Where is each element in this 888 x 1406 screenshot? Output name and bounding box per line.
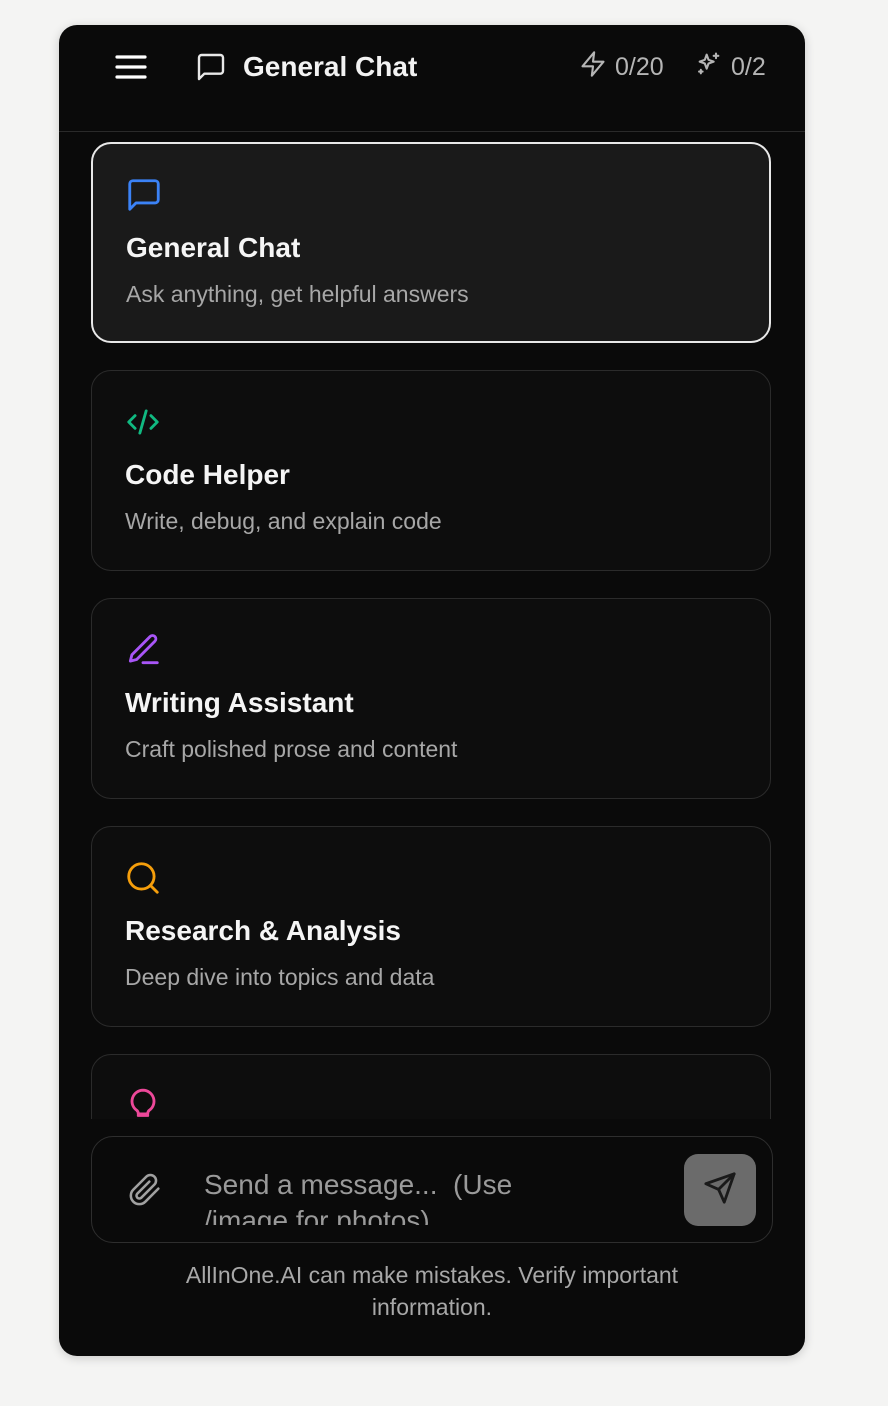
mode-description: Ask anything, get helpful answers bbox=[126, 281, 469, 307]
message-composer bbox=[91, 1136, 773, 1243]
mode-title: Writing Assistant bbox=[125, 687, 354, 718]
mode-title: Research & Analysis bbox=[125, 915, 401, 946]
chat-panel: General Chat 0/20 0/2 General Chat Ask a… bbox=[59, 25, 805, 1356]
mode-description: Deep dive into topics and data bbox=[125, 964, 435, 990]
mode-list: General Chat Ask anything, get helpful a… bbox=[59, 132, 805, 1119]
magnifier-icon bbox=[124, 859, 162, 897]
paperclip-icon[interactable] bbox=[128, 1173, 162, 1207]
mode-card-ideas[interactable] bbox=[91, 1054, 771, 1119]
pro-quota-label: 0/2 bbox=[731, 52, 766, 81]
mode-card-general-chat[interactable]: General Chat Ask anything, get helpful a… bbox=[91, 142, 771, 343]
hamburger-menu-icon[interactable] bbox=[115, 53, 147, 81]
message-square-icon bbox=[195, 51, 227, 83]
mode-description: Craft polished prose and content bbox=[125, 736, 458, 762]
mode-card-writing-assistant[interactable]: Writing Assistant Craft polished prose a… bbox=[91, 598, 771, 799]
mode-title: Code Helper bbox=[125, 459, 290, 490]
pro-quota-counter: 0/2 bbox=[695, 49, 766, 85]
mode-description: Write, debug, and explain code bbox=[125, 508, 442, 534]
message-square-icon bbox=[125, 176, 163, 214]
send-button[interactable] bbox=[684, 1154, 756, 1226]
code-brackets-icon bbox=[124, 403, 162, 441]
page-title: General Chat bbox=[243, 51, 418, 82]
pen-icon bbox=[124, 631, 162, 669]
lightbulb-icon bbox=[124, 1087, 162, 1119]
mode-card-code-helper[interactable]: Code Helper Write, debug, and explain co… bbox=[91, 370, 771, 571]
sparkles-icon bbox=[695, 50, 723, 85]
disclaimer-text: AllInOne.AI can make mistakes. Verify im… bbox=[185, 1262, 679, 1320]
mode-card-research-analysis[interactable]: Research & Analysis Deep dive into topic… bbox=[91, 826, 771, 1027]
chat-header: General Chat 0/20 0/2 bbox=[59, 25, 805, 132]
message-input[interactable] bbox=[204, 1167, 552, 1225]
lightning-bolt-icon bbox=[579, 50, 607, 85]
mode-title: General Chat bbox=[126, 232, 301, 263]
send-icon bbox=[703, 1171, 737, 1210]
fast-quota-label: 0/20 bbox=[615, 52, 664, 81]
fast-quota-counter: 0/20 bbox=[579, 49, 664, 85]
